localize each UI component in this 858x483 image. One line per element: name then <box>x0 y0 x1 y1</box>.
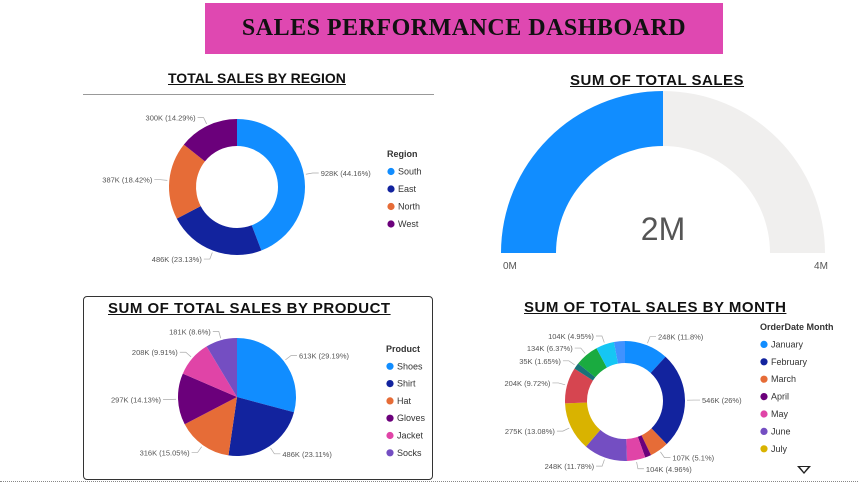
page-bottom-divider <box>0 481 858 482</box>
month-legend-title: OrderDate Month <box>760 322 834 332</box>
region-legend-marker-south[interactable] <box>387 167 395 176</box>
month-legend-item-june[interactable]: June <box>771 426 791 436</box>
product-leader-shirt <box>270 447 281 455</box>
region-legend-item-south[interactable]: South <box>398 167 422 177</box>
month-legend-item-april[interactable]: April <box>771 392 789 402</box>
month-leader-august <box>552 382 566 386</box>
month-data-label-august: 204K (9.72%) <box>505 379 551 388</box>
region-legend-marker-east[interactable] <box>387 185 395 193</box>
product-legend-item-shoes[interactable]: Shoes <box>397 361 423 371</box>
region-legend-item-west[interactable]: West <box>398 219 419 229</box>
region-data-label-north: 387K (18.42%) <box>102 176 153 185</box>
dashboard-title: SALES PERFORMANCE DASHBOARD <box>241 15 687 41</box>
product-data-label-gloves: 297K (14.13%) <box>111 395 162 404</box>
month-leader-january <box>647 336 656 344</box>
product-legend-marker-gloves[interactable] <box>386 414 394 422</box>
month-legend-marker-july[interactable] <box>760 445 768 453</box>
month-data-label-july: 275K (13.08%) <box>505 427 556 436</box>
region-leader-north <box>154 179 168 181</box>
month-legend-marker-april[interactable] <box>760 393 768 401</box>
region-slice-east[interactable] <box>176 206 262 255</box>
month-legend-marker-february[interactable] <box>760 358 768 366</box>
month-data-label-january: 248K (11.8%) <box>658 333 704 342</box>
region-leader-south <box>305 172 319 175</box>
product-legend-item-shirt[interactable]: Shirt <box>397 379 416 389</box>
gauge-fill[interactable] <box>501 91 663 253</box>
region-legend-marker-north[interactable] <box>387 202 395 211</box>
product-leader-shoes <box>285 355 297 361</box>
product-chart-title: SUM OF TOTAL SALES BY PRODUCT <box>108 300 391 317</box>
product-legend-item-socks[interactable]: Socks <box>397 448 422 458</box>
region-data-label-east: 486K (23.13%) <box>152 255 203 264</box>
scroll-down-icon-inner <box>800 467 808 472</box>
product-legend-item-hat[interactable]: Hat <box>397 396 412 406</box>
month-data-label-june: 248K (11.78%) <box>545 462 595 471</box>
gauge-value-label: 2M <box>641 211 685 247</box>
month-donut-chart: 248K (11.8%) 546K (26%) 107K (5.1%) 104K (4… <box>505 322 834 474</box>
product-data-label-jacket: 208K (9.91%) <box>132 348 178 357</box>
month-legend-marker-january[interactable] <box>760 340 768 348</box>
region-legend-item-north[interactable]: North <box>398 202 420 212</box>
product-legend-marker-socks[interactable] <box>386 449 394 457</box>
gauge-min-label: 0M <box>503 261 517 272</box>
product-data-label-hat: 316K (15.05%) <box>140 448 191 457</box>
month-data-label-october: 134K (6.37%) <box>527 344 573 353</box>
month-leader-november <box>595 335 605 343</box>
region-chart-title: TOTAL SALES BY REGION <box>168 70 346 86</box>
month-chart-title: SUM OF TOTAL SALES BY MONTH <box>524 299 787 316</box>
dashboard-title-banner: SALES PERFORMANCE DASHBOARD <box>205 3 723 54</box>
month-leader-october <box>574 347 586 354</box>
gauge-max-label: 4M <box>814 261 828 272</box>
region-data-label-west: 300K (14.29%) <box>146 114 197 123</box>
month-data-label-may: 104K (4.96%) <box>646 465 692 474</box>
month-legend-item-may[interactable]: May <box>771 409 789 419</box>
product-leader-hat <box>191 446 202 453</box>
product-legend-marker-hat[interactable] <box>386 397 394 405</box>
month-legend-marker-june[interactable] <box>760 427 768 435</box>
month-leader-may <box>636 461 644 470</box>
product-data-label-socks: 181K (8.6%) <box>169 327 211 336</box>
month-data-label-march: 107K (5.1%) <box>672 454 714 463</box>
product-legend-item-gloves[interactable]: Gloves <box>397 413 426 423</box>
month-leader-july <box>556 427 570 432</box>
month-legend-item-july[interactable]: July <box>771 444 788 454</box>
product-legend-title: Product <box>386 344 420 354</box>
product-data-label-shoes: 613K (29.19%) <box>299 352 350 361</box>
region-title-rule <box>83 94 434 95</box>
month-legend-item-march[interactable]: March <box>771 374 796 384</box>
month-legend-item-january[interactable]: January <box>771 339 804 349</box>
month-data-label-september: 35K (1.65%) <box>519 357 561 366</box>
region-leader-east <box>203 252 213 260</box>
month-legend-marker-may[interactable] <box>760 410 768 418</box>
month-leader-june <box>596 459 605 467</box>
month-data-label-november: 104K (4.95%) <box>548 332 594 341</box>
month-slice-february[interactable] <box>650 356 685 445</box>
region-legend-item-east[interactable]: East <box>398 184 417 194</box>
product-legend-item-jacket[interactable]: Jacket <box>397 431 424 441</box>
product-legend-marker-jacket[interactable] <box>386 431 394 440</box>
product-leader-socks <box>212 331 222 339</box>
month-leader-september <box>562 360 575 366</box>
region-legend-title: Region <box>387 149 418 159</box>
product-pie-chart: 613K (29.19%) 486K (23.11%) 316K (15.05%) 2… <box>111 327 426 459</box>
month-leader-march <box>660 451 671 458</box>
region-donut-chart: 928K (44.16%) 486K (23.13%) 387K (18.42%) 3… <box>102 114 422 264</box>
month-legend-marker-march[interactable] <box>760 375 768 383</box>
region-leader-west <box>197 117 207 125</box>
month-data-label-february: 546K (26%) <box>702 396 742 405</box>
total-sales-gauge: 2M 0M 4M <box>501 91 828 272</box>
product-legend-marker-shoes[interactable] <box>386 362 394 370</box>
month-legend-item-february[interactable]: February <box>771 357 808 367</box>
product-data-label-shirt: 486K (23.11%) <box>282 450 332 459</box>
product-legend-marker-shirt[interactable] <box>386 380 394 388</box>
product-leader-jacket <box>179 351 192 358</box>
gauge-title: SUM OF TOTAL SALES <box>570 72 745 89</box>
region-legend-marker-west[interactable] <box>387 220 395 228</box>
region-data-label-south: 928K (44.16%) <box>321 169 372 178</box>
